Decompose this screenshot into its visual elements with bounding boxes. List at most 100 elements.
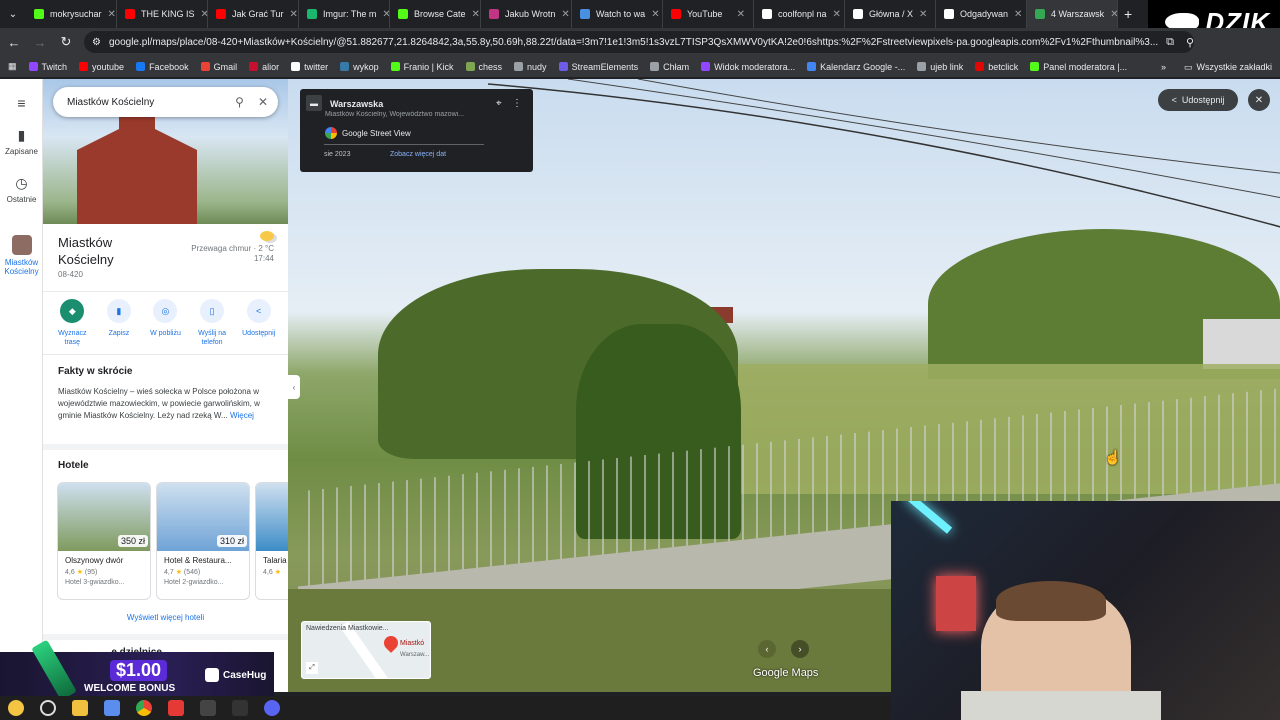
bookmark-item[interactable]: Twitch <box>28 62 67 72</box>
browser-tab[interactable]: Odgadywan ✕ <box>936 0 1027 28</box>
discord-icon[interactable] <box>264 700 280 716</box>
bookmark-favicon-icon <box>558 62 568 71</box>
bookmark-item[interactable]: youtube <box>79 62 124 72</box>
more-options-icon[interactable]: ⋮ <box>512 98 522 109</box>
browser-tab[interactable]: Watch to wa ✕ <box>572 0 663 28</box>
browser-tab[interactable]: 4 Warszawsk ✕ <box>1027 0 1118 28</box>
tab-favicon-icon <box>398 9 408 19</box>
browser-tab[interactable]: Jak Grać Tur ✕ <box>208 0 299 28</box>
browser-tab[interactable]: mokrysuchar ✕ <box>26 0 117 28</box>
all-bookmarks-link[interactable]: Wszystkie zakładki <box>1196 62 1272 72</box>
bookmark-item[interactable]: ujeb link <box>917 62 963 72</box>
search-input[interactable]: Miastków Kościelny ⚲ ✕ <box>53 87 278 117</box>
browser-tab[interactable]: Główna / X ✕ <box>845 0 936 28</box>
bookmark-item[interactable]: StreamElements <box>558 62 638 72</box>
nav-arrow-right[interactable]: › <box>791 640 809 658</box>
streamer-shirt <box>961 691 1161 720</box>
close-tab-icon[interactable]: ✕ <box>1014 9 1022 20</box>
rail-recent[interactable]: ◷ Ostatnie <box>0 175 43 204</box>
close-tab-icon[interactable]: ✕ <box>919 9 927 20</box>
close-tab-icon[interactable]: ✕ <box>108 9 116 20</box>
bookmark-item[interactable]: nudy <box>514 62 547 72</box>
action-directions[interactable]: ◆ Wyznacz trasę <box>50 299 94 347</box>
action-bookmark[interactable]: ▮ Zapisz <box>97 299 141 347</box>
back-button[interactable]: ← <box>6 35 22 50</box>
rail-saved[interactable]: ▮ Zapisane <box>0 127 43 156</box>
tab-favicon-icon <box>34 9 44 19</box>
see-more-dates-link[interactable]: Zobacz więcej dat <box>390 151 446 158</box>
hotel-card[interactable]: 350 zł Olszynowy dwór 4,6 ★ (95) Hotel 3-gw… <box>57 482 151 600</box>
hotel-rating: 4,6 ★ (95) <box>65 569 98 576</box>
start-icon[interactable] <box>8 700 24 716</box>
close-icon[interactable]: ✕ <box>258 95 268 109</box>
reload-button[interactable]: ↻ <box>58 34 74 50</box>
forward-button[interactable]: → <box>32 35 48 50</box>
expand-map-icon[interactable]: ⤢ <box>306 662 318 674</box>
settings-icon[interactable] <box>200 700 216 716</box>
bookmark-item[interactable]: Facebook <box>136 62 189 72</box>
chrome-icon[interactable] <box>136 700 152 716</box>
mini-map[interactable]: Nawiedzenia Miastkowie... Miastkó Warsza… <box>301 621 431 679</box>
nav-arrow-left[interactable]: ‹ <box>758 640 776 658</box>
app-icon[interactable] <box>104 700 120 716</box>
close-tab-icon[interactable]: ✕ <box>472 9 480 20</box>
close-tab-icon[interactable]: ✕ <box>290 9 298 20</box>
cast-icon[interactable]: ⧉ <box>1166 36 1174 49</box>
action-share[interactable]: < Udostępnij <box>237 299 281 347</box>
close-tab-icon[interactable]: ✕ <box>1110 9 1117 20</box>
hotel-card[interactable]: 310 zł Hotel & Restaura... 4,7 ★ (546) Hote… <box>156 482 250 600</box>
menu-button[interactable]: ≡ <box>0 95 43 114</box>
bookmark-item[interactable]: chess <box>465 62 502 72</box>
action-phone[interactable]: ▯ Wyślij na telefon <box>190 299 234 347</box>
google-maps-watermark: Google Maps <box>753 667 819 679</box>
bookmarks-overflow-button[interactable]: » <box>1161 62 1166 72</box>
close-tab-icon[interactable]: ✕ <box>382 9 389 20</box>
close-streetview-button[interactable]: ✕ <box>1248 89 1270 111</box>
bookmark-item[interactable]: Chłam <box>650 62 689 72</box>
rail-place[interactable]: Miastków Kościelny <box>0 235 43 276</box>
tab-search-button[interactable]: ⌄ <box>0 0 26 28</box>
apps-icon[interactable]: ▦ <box>8 61 17 72</box>
browser-tab[interactable]: Browse Cate ✕ <box>390 0 481 28</box>
browser-tab[interactable]: coolfonpl na ✕ <box>754 0 845 28</box>
bookmark-item[interactable]: Gmail <box>200 62 237 72</box>
browser-tab[interactable]: YouTube ✕ <box>663 0 754 28</box>
bookmark-item[interactable]: betclick <box>975 62 1018 72</box>
bookmark-item[interactable]: Kalendarz Google -... <box>807 62 905 72</box>
close-tab-icon[interactable]: ✕ <box>737 9 745 20</box>
action-nearby[interactable]: ◎ W pobliżu <box>143 299 187 347</box>
bookmark-item[interactable]: Franio | Kick <box>390 62 454 72</box>
folder-icon[interactable] <box>72 700 88 716</box>
browser-tab[interactable]: Imgur: The m ✕ <box>299 0 390 28</box>
hotels-title: Hotele <box>58 460 89 471</box>
more-hotels-link[interactable]: Wyświetl więcej hoteli <box>43 613 288 622</box>
epic-games-icon[interactable] <box>232 700 248 716</box>
collapse-panel-button[interactable]: ‹ <box>288 375 300 399</box>
close-tab-icon[interactable]: ✕ <box>561 9 569 20</box>
browser-tab[interactable]: THE KING IS ✕ <box>117 0 208 28</box>
facts-more-link[interactable]: Więcej <box>230 411 254 420</box>
bookmark-item[interactable]: wykop <box>340 62 379 72</box>
close-tab-icon[interactable]: ✕ <box>201 9 207 20</box>
site-info-icon[interactable]: ⚙ <box>92 37 101 48</box>
app-icon[interactable] <box>168 700 184 716</box>
bookmark-item[interactable]: Panel moderatora |... <box>1030 62 1127 72</box>
search-icon[interactable] <box>40 700 56 716</box>
share-icon: < <box>1171 95 1177 105</box>
url-input[interactable]: ⚙ google.pl/maps/place/08-420+Miastków+K… <box>84 31 1194 53</box>
zoom-icon[interactable]: ⚲ <box>1186 36 1194 49</box>
pin-icon[interactable]: ⌖ <box>496 98 502 109</box>
promo-amount: $1.00 <box>110 660 168 681</box>
bookmark-item[interactable]: twitter <box>291 62 328 72</box>
bookmark-item[interactable]: Widok moderatora... <box>701 62 795 72</box>
browser-tab[interactable]: Jakub Wrotn ✕ <box>481 0 572 28</box>
bookmark-item[interactable]: alior <box>249 62 279 72</box>
close-tab-icon[interactable]: ✕ <box>651 9 659 20</box>
close-tab-icon[interactable]: ✕ <box>833 9 841 20</box>
search-icon[interactable]: ⚲ <box>235 95 244 109</box>
new-tab-button[interactable]: + <box>1118 6 1138 22</box>
share-button[interactable]: < Udostępnij <box>1158 89 1238 111</box>
back-to-map-button[interactable]: ▬ <box>306 95 322 111</box>
hotel-card[interactable]: Talaria 4,6 ★ <box>255 482 288 600</box>
folder-icon: ▭ <box>1183 61 1193 72</box>
